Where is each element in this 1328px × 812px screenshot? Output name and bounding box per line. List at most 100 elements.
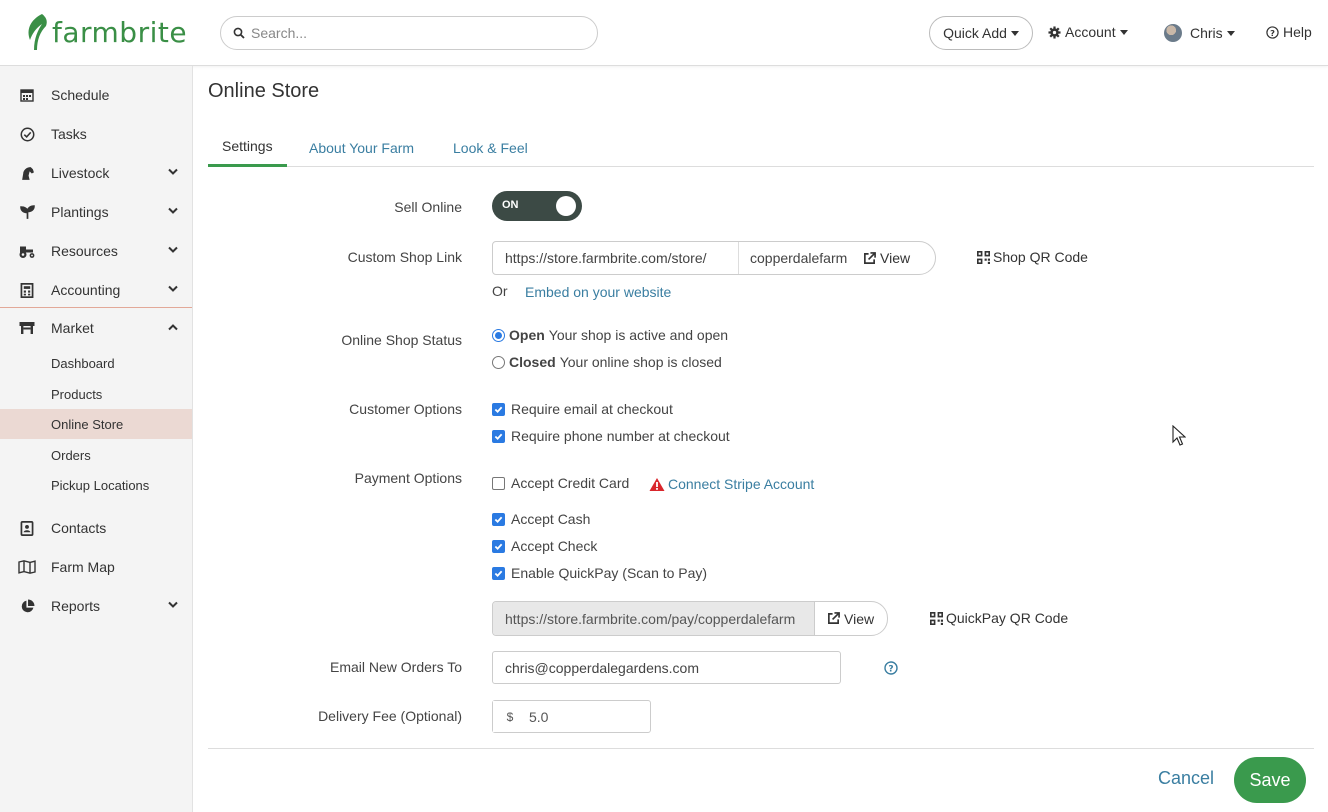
chevron-down-icon[interactable] (168, 601, 178, 609)
question-circle-icon[interactable]: ? (884, 661, 898, 675)
accept-cash-label: Accept Cash (511, 511, 591, 527)
quickpay-option[interactable]: Enable QuickPay (Scan to Pay) (492, 565, 707, 581)
search-input[interactable] (251, 25, 571, 41)
require-email-option[interactable]: Require email at checkout (492, 401, 673, 417)
toggle-state: ON (502, 199, 519, 211)
sidebar-item-livestock[interactable]: Livestock (0, 154, 192, 192)
sidebar-item-label: Accounting (51, 282, 121, 298)
sidebar-item-plantings[interactable]: Plantings (0, 193, 192, 231)
view-shop-button[interactable]: View (863, 250, 910, 266)
radio-closed[interactable] (492, 355, 505, 369)
sidebar-item-accounting[interactable]: Accounting (0, 271, 192, 309)
tab-settings[interactable]: Settings (208, 128, 287, 167)
status-closed-option[interactable]: Closed Your online shop is closed (492, 354, 722, 370)
toggle-knob (556, 196, 576, 216)
sidebar-item-resources[interactable]: Resources (0, 232, 192, 270)
accept-cash-checkbox[interactable] (492, 512, 505, 526)
sell-online-toggle[interactable]: ON (492, 191, 582, 221)
save-button[interactable]: Save (1234, 757, 1306, 803)
sidebar-subitem-orders[interactable]: Orders (0, 440, 192, 470)
email-new-orders-field[interactable] (492, 651, 841, 684)
sidebar-item-schedule[interactable]: Schedule (0, 76, 192, 114)
currency-addon: $ (493, 701, 527, 732)
farmbrite-logo[interactable]: farmbrite (24, 12, 187, 52)
sidebar-item-label: Contacts (51, 520, 107, 536)
delivery-fee-input[interactable] (527, 708, 637, 725)
quick-add-button[interactable]: Quick Add (929, 16, 1033, 50)
status-open-bold: Open (509, 327, 545, 343)
svg-text:?: ? (888, 665, 893, 675)
status-open-option[interactable]: Open Your shop is active and open (492, 327, 728, 343)
chevron-up-icon[interactable] (168, 323, 178, 331)
chevron-down-icon[interactable] (168, 168, 178, 176)
chevron-down-icon[interactable] (168, 246, 178, 254)
sidebar-subitem-dashboard[interactable]: Dashboard (0, 348, 192, 378)
sidebar-item-market[interactable]: Market (0, 309, 192, 347)
calculator-icon (18, 281, 36, 299)
embed-website-link[interactable]: Embed on your website (525, 284, 671, 300)
sidebar-subitem-products[interactable]: Products (0, 379, 192, 409)
external-link-icon (828, 612, 840, 624)
help-link[interactable]: ? Help (1266, 24, 1312, 40)
sidebar-item-label: Plantings (51, 204, 109, 220)
user-menu[interactable]: Chris (1164, 24, 1235, 42)
chevron-down-icon[interactable] (168, 207, 178, 215)
connect-stripe-link[interactable]: Connect Stripe Account (649, 476, 814, 492)
sidebar-item-farm-map[interactable]: Farm Map (0, 548, 192, 586)
delivery-fee-label: Delivery Fee (Optional) (318, 708, 462, 724)
mouse-cursor-icon (1172, 425, 1186, 446)
sell-online-label: Sell Online (394, 199, 462, 215)
tab-about-your-farm[interactable]: About Your Farm (295, 128, 428, 167)
tab-look-and-feel[interactable]: Look & Feel (439, 128, 542, 167)
sidebar-item-label: Livestock (51, 165, 110, 181)
sidebar-subitem-online-store[interactable]: Online Store (0, 409, 192, 439)
quickpay-url-group: https://store.farmbrite.com/pay/copperda… (492, 601, 888, 636)
external-link-icon (864, 251, 876, 264)
svg-text:?: ? (1270, 27, 1275, 37)
sidebar-item-label: Reports (51, 598, 101, 614)
account-menu[interactable]: Account (1048, 24, 1128, 40)
sidebar-item-reports[interactable]: Reports (0, 587, 192, 625)
warning-icon (649, 477, 665, 491)
require-email-checkbox[interactable] (492, 402, 505, 416)
accept-check-checkbox[interactable] (492, 539, 505, 553)
avatar (1164, 24, 1182, 42)
cancel-button[interactable]: Cancel (1158, 768, 1214, 789)
view-quickpay-button[interactable]: View (827, 611, 874, 627)
user-name: Chris (1190, 25, 1223, 41)
radio-open[interactable] (492, 328, 505, 342)
view-label: View (844, 610, 875, 627)
online-shop-status-label: Online Shop Status (341, 332, 462, 348)
caret-down-icon (1226, 30, 1235, 36)
sidebar-item-contacts[interactable]: Contacts (0, 509, 192, 547)
caret-down-icon (1119, 29, 1128, 35)
quick-add-label: Quick Add (943, 25, 1007, 41)
quickpay-qr-code-link[interactable]: QuickPay QR Code (930, 610, 1068, 626)
address-book-icon (18, 519, 36, 537)
store-icon (18, 319, 36, 337)
qr-code-icon (930, 611, 943, 625)
horse-icon (18, 164, 36, 182)
quickpay-label: Enable QuickPay (Scan to Pay) (511, 565, 708, 581)
chevron-down-icon[interactable] (168, 285, 178, 293)
require-phone-checkbox[interactable] (492, 429, 505, 443)
shop-qr-code-link[interactable]: Shop QR Code (977, 249, 1088, 265)
accept-cash-option[interactable]: Accept Cash (492, 511, 590, 527)
account-label: Account (1065, 24, 1116, 40)
page-title: Online Store (208, 80, 320, 102)
search-box[interactable] (220, 16, 598, 50)
accept-credit-option[interactable]: Accept Credit Card (492, 475, 629, 491)
shop-slug-input[interactable] (739, 250, 857, 266)
quickpay-checkbox[interactable] (492, 566, 505, 580)
require-phone-option[interactable]: Require phone number at checkout (492, 428, 730, 444)
accept-check-option[interactable]: Accept Check (492, 538, 597, 554)
sidebar-item-label: Farm Map (51, 559, 115, 575)
accept-credit-checkbox[interactable] (492, 476, 505, 490)
payment-options-label: Payment Options (354, 470, 462, 486)
sidebar-item-tasks[interactable]: Tasks (0, 115, 192, 153)
footer-divider (208, 748, 1314, 749)
sidebar-subitem-pickup-locations[interactable]: Pickup Locations (0, 470, 192, 500)
checkmark-icon (494, 406, 503, 413)
sidebar: Schedule Tasks Livestock Plantings Resou… (0, 66, 193, 812)
connect-stripe-label: Connect Stripe Account (668, 476, 815, 492)
